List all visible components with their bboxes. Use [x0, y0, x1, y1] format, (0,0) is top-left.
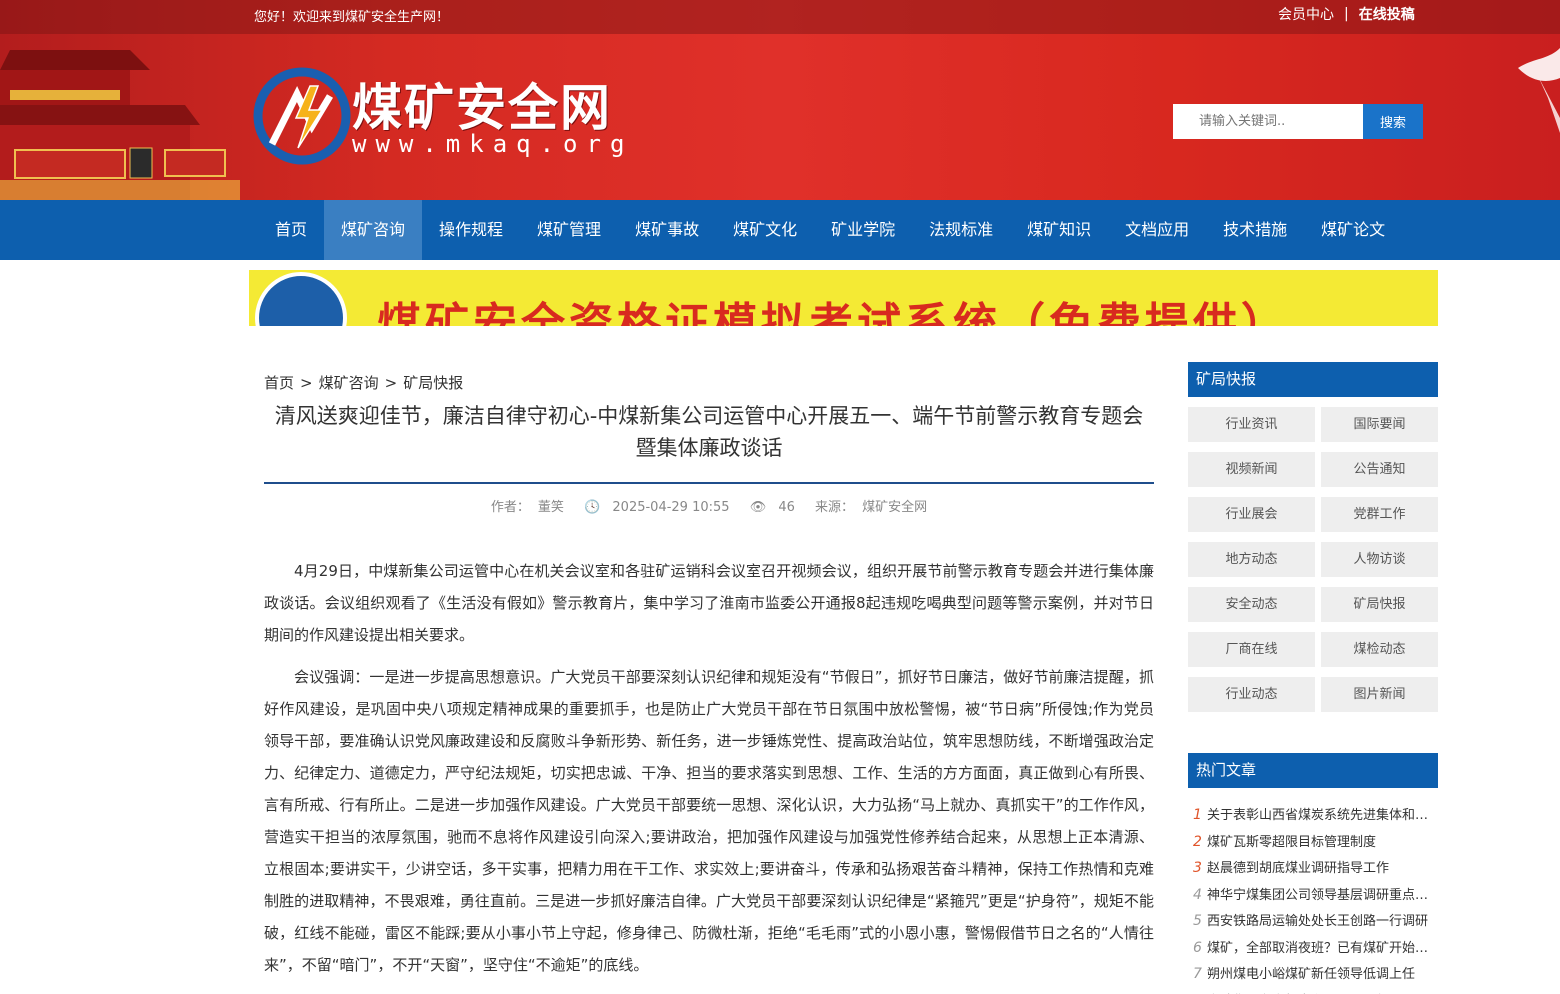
main-nav: 首页 煤矿咨询 操作规程 煤矿管理 煤矿事故 煤矿文化 矿业学院 法规标准 煤矿知识 文档应用 技术… — [0, 200, 1560, 260]
author: 作者： 董笑 — [487, 500, 568, 515]
hot-article-rank: 7 — [1193, 966, 1202, 982]
search-input[interactable] — [1173, 104, 1363, 139]
main-nav-list: 首页 煤矿咨询 操作规程 煤矿管理 煤矿事故 煤矿文化 矿业学院 法规标准 煤矿知识 文档应用 技术… — [258, 200, 1402, 260]
sidebar-category-item[interactable]: 图片新闻 — [1321, 677, 1438, 712]
hot-article-title: 煤矿瓦斯零超限目标管理制度 — [1207, 834, 1377, 850]
hot-article-rank: 4 — [1193, 886, 1202, 903]
source: 来源： 煤矿安全网 — [811, 500, 931, 515]
hot-article-item[interactable]: 2 煤矿瓦斯零超限目标管理制度 — [1188, 829, 1438, 856]
nav-item[interactable]: 煤矿文化 — [716, 200, 814, 260]
welcome-text: 您好！欢迎来到煤矿安全生产网！ — [254, 10, 450, 25]
breadcrumb-level1[interactable]: 煤矿咨询 — [319, 374, 379, 392]
article-paragraph: 会议强调：一是进一步提高思想意识。广大党员干部要深刻认识纪律和规矩没有“节假日”… — [264, 668, 1154, 974]
nav-item[interactable]: 煤矿论文 — [1304, 200, 1402, 260]
article-paragraph: 4月29日，中煤新集公司运管中心在机关会议室和各驻矿运销科会议室召开视频会议，组… — [264, 562, 1154, 644]
sidebar-category-item[interactable]: 视频新闻 — [1188, 452, 1315, 487]
hot-article-item[interactable]: 8高端集团有宣机电在即公司区领导调研 — [1188, 988, 1438, 994]
hot-article-list: 1 关于表彰山西省煤炭系统先进集体和先进个人的决定 2 煤矿瓦斯零超限目标管理制度 3赵… — [1188, 802, 1438, 994]
hot-article-item[interactable]: 6 煤矿，全部取消夜班？已有煤矿开始试点 — [1188, 935, 1438, 962]
sidebar-hot-title: 热门文章 — [1188, 753, 1438, 788]
hot-article-rank: 8 — [1188, 988, 1207, 994]
hot-article-rank: 2 — [1193, 833, 1202, 850]
breadcrumb-home[interactable]: 首页 — [264, 374, 294, 392]
nav-item[interactable]: 煤矿咨询 — [324, 200, 423, 260]
top-bar: 您好！欢迎来到煤矿安全生产网！ 会员中心 | 在线投稿 — [0, 0, 1560, 30]
clock-icon: 🕓 — [584, 500, 601, 515]
search-bar: 搜索 — [1173, 104, 1423, 139]
sidebar-category-item[interactable]: 公告通知 — [1321, 452, 1438, 487]
header: 您好！欢迎来到煤矿安全生产网！ 会员中心 | 在线投稿 煤矿安全网 www.mk… — [0, 0, 1560, 200]
hot-article-item[interactable]: 3 赵晨德到胡底煤业调研指导工作 — [1188, 855, 1438, 882]
sidebar-category-item[interactable]: 煤检动态 — [1321, 632, 1438, 667]
hot-article-title: 西安铁路局运输处处长王创路一行调研 — [1207, 914, 1429, 929]
sidebar-category-item[interactable]: 人物访谈 — [1321, 542, 1438, 577]
sidebar-category-grid: 行业资讯 国际要闻 视频新闻 公告通知 行业展会 党群工作 地方动态 人物访谈 安全动态 矿局快报… — [1188, 407, 1438, 712]
hot-article-item[interactable]: 4 神华宁煤集团公司领导基层调研重点工作 — [1188, 882, 1438, 909]
sidebar-category-item[interactable]: 行业资讯 — [1188, 407, 1315, 442]
hot-article-title: 赵晨德到胡底煤业调研指导工作 — [1207, 861, 1390, 876]
submit-article-link[interactable]: 在线投稿 — [1359, 4, 1415, 24]
author-label: 作者： — [490, 500, 530, 515]
nav-item[interactable]: 矿业学院 — [814, 200, 912, 260]
hot-article-title: 关于表彰山西省煤炭系统先进集体和先进个人的决定 — [1207, 808, 1438, 823]
view-count: 👁 46 — [746, 500, 799, 515]
article-body: 4月29日，中煤新集公司运管中心在机关会议室和各驻矿运销科会议室召开视频会议，组… — [264, 555, 1154, 991]
hot-article-rank: 6 — [1193, 939, 1202, 956]
author-name: 董笑 — [537, 500, 564, 515]
publish-date-value: 2025-04-29 10:55 — [612, 500, 730, 515]
sidebar-category-item[interactable]: 国际要闻 — [1321, 407, 1438, 442]
top-links: 会员中心 | 在线投稿 — [1278, 4, 1415, 24]
hot-article-title: 煤矿，全部取消夜班？已有煤矿开始试点 — [1207, 940, 1438, 956]
source-name: 煤矿安全网 — [862, 500, 928, 515]
sidebar-category-item[interactable]: 矿局快报 — [1321, 587, 1438, 622]
hot-article-title: 朔州煤电小峪煤矿新任领导低调上任 — [1207, 967, 1416, 982]
eye-icon: 👁 — [749, 500, 767, 515]
hot-article-title: 神华宁煤集团公司领导基层调研重点工作 — [1207, 887, 1438, 903]
breadcrumb: 首页 > 煤矿咨询 > 矿局快报 — [264, 372, 463, 393]
hot-article-item[interactable]: 7 朔州煤电小峪煤矿新任领导低调上任 — [1188, 961, 1438, 988]
nav-item[interactable]: 操作规程 — [422, 200, 520, 260]
nav-item[interactable]: 首页 — [258, 200, 324, 260]
hot-article-rank: 1 — [1193, 807, 1202, 823]
logo-emblem-icon — [253, 67, 351, 165]
publish-date: 🕓 2025-04-29 10:55 — [580, 500, 733, 515]
member-center-link[interactable]: 会员中心 — [1278, 4, 1334, 24]
hot-article-rank: 5 — [1193, 913, 1202, 929]
nav-item[interactable]: 煤矿知识 — [1010, 200, 1108, 260]
site-logo[interactable]: 煤矿安全网 www.mkaq.org — [252, 66, 652, 166]
sidebar-category-item[interactable]: 地方动态 — [1188, 542, 1315, 577]
nav-item[interactable]: 技术措施 — [1206, 200, 1304, 260]
sidebar-category-item[interactable]: 行业展会 — [1188, 497, 1315, 532]
logo-url: www.mkaq.org — [352, 130, 634, 158]
title-divider — [264, 482, 1154, 484]
nav-item[interactable]: 煤矿管理 — [520, 200, 618, 260]
article-title: 清风送爽迎佳节，廉洁自律守初心-中煤新集公司运管中心开展五一、端午节前警示教育专… — [274, 404, 1144, 460]
sidebar-category-item[interactable]: 行业动态 — [1188, 677, 1315, 712]
nav-item[interactable]: 煤矿事故 — [618, 200, 716, 260]
sidebar-category-title: 矿局快报 — [1188, 362, 1438, 397]
sidebar-category-item[interactable]: 安全动态 — [1188, 587, 1315, 622]
dove-icon — [1518, 48, 1560, 133]
article-meta: 作者： 董笑 🕓 2025-04-29 10:55 👁 46 来源： 煤矿安全网 — [264, 496, 1154, 515]
search-button[interactable]: 搜索 — [1363, 104, 1423, 139]
tiananmen-illustration — [0, 50, 240, 200]
nav-item[interactable]: 文档应用 — [1108, 200, 1206, 260]
safety-helmet-icon — [255, 272, 347, 326]
hot-article-rank: 3 — [1193, 860, 1202, 876]
banner-text: 煤矿安全资格证模拟考试系统（免费提供） — [377, 299, 1289, 326]
nav-item[interactable]: 法规标准 — [912, 200, 1010, 260]
top-link-separator: | — [1344, 6, 1349, 22]
source-label: 来源： — [815, 500, 855, 515]
breadcrumb-arrow: > — [300, 374, 313, 392]
sidebar-category-item[interactable]: 厂商在线 — [1188, 632, 1315, 667]
breadcrumb-arrow: > — [384, 374, 398, 392]
view-count-value: 46 — [778, 500, 795, 515]
sidebar-category-item[interactable]: 党群工作 — [1321, 497, 1438, 532]
exam-banner[interactable]: 煤矿安全资格证模拟考试系统（免费提供） — [249, 270, 1438, 326]
hot-article-item[interactable]: 1 关于表彰山西省煤炭系统先进集体和先进个人的决定 — [1188, 802, 1438, 829]
hot-article-item[interactable]: 5 西安铁路局运输处处长王创路一行调研 — [1188, 908, 1438, 935]
breadcrumb-level2[interactable]: 矿局快报 — [403, 374, 463, 392]
